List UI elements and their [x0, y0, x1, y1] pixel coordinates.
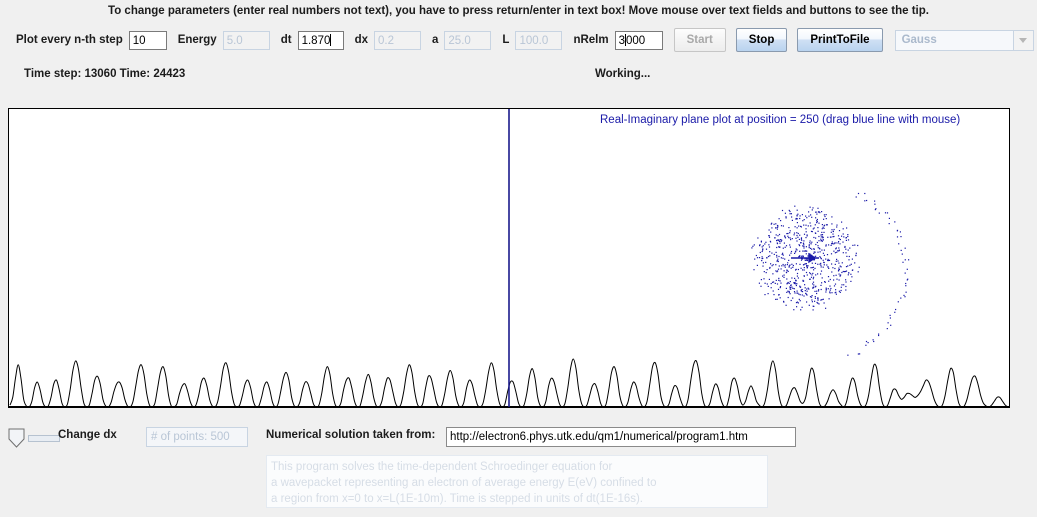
start-button[interactable]: Start — [673, 28, 726, 52]
dt-input[interactable]: 1.870 — [297, 30, 344, 50]
instruction-text: To change parameters (enter real numbers… — [108, 5, 929, 17]
nrelm-value-tail: 000 — [626, 34, 646, 47]
plot-canvas[interactable] — [9, 109, 1009, 407]
description-line-2: a wavepacket representing an electron of… — [271, 477, 657, 489]
change-dx-slider[interactable] — [6, 427, 60, 449]
simulation-plot[interactable] — [8, 108, 1010, 408]
application-window: To change parameters (enter real numbers… — [0, 0, 1037, 517]
slider-thumb[interactable] — [8, 428, 25, 448]
wavepacket-type-combobox[interactable]: Gauss — [894, 29, 1034, 51]
a-label: a — [432, 34, 439, 46]
real-imaginary-scatter-cloud — [751, 192, 910, 356]
plot-every-input[interactable]: 10 — [128, 30, 167, 50]
dt-value: 1.870 — [301, 34, 331, 47]
description-line-3: a region from x=0 to x=L(1E-10m). Time i… — [271, 493, 644, 505]
nrelm-label: nRelm — [573, 34, 609, 46]
number-of-points-input[interactable]: # of points: 500 — [146, 427, 248, 447]
nrelm-input[interactable]: 3000 — [614, 30, 663, 50]
energy-input[interactable]: 5.0 — [222, 30, 270, 50]
status-row: Time step: 13060 Time: 24423 Working... — [0, 68, 1037, 88]
dx-label: dx — [354, 34, 368, 46]
change-dx-label: Change dx — [58, 429, 117, 441]
parameter-toolbar: Plot every n-th step 10 Energy 5.0 dt 1.… — [0, 24, 1037, 56]
url-label: Numerical solution taken from: — [266, 429, 436, 441]
description-textarea[interactable]: This program solves the time-dependent S… — [266, 455, 768, 508]
time-step-status: Time step: 13060 Time: 24423 — [24, 68, 186, 80]
chevron-down-icon[interactable] — [1012, 29, 1034, 51]
dt-label: dt — [280, 34, 292, 46]
dx-input[interactable]: 0.2 — [374, 30, 421, 50]
energy-label: Energy — [177, 34, 217, 46]
L-label: L — [502, 34, 510, 46]
text-caret — [330, 33, 332, 46]
print-to-file-button[interactable]: PrintToFile — [797, 28, 883, 52]
description-line-1: This program solves the time-dependent S… — [271, 461, 613, 473]
L-input[interactable]: 100.0 — [515, 30, 563, 50]
a-input[interactable]: 25.0 — [444, 30, 492, 50]
working-status: Working... — [595, 68, 651, 80]
source-url-input[interactable]: http://electron6.phys.utk.edu/qm1/numeri… — [446, 427, 796, 447]
plot-every-label: Plot every n-th step — [16, 34, 123, 46]
bottom-controls: Change dx # of points: 500 Numerical sol… — [0, 425, 1037, 451]
stop-button[interactable]: Stop — [735, 28, 788, 52]
slider-track[interactable] — [28, 435, 60, 442]
wavepacket-type-value: Gauss — [894, 29, 1013, 51]
